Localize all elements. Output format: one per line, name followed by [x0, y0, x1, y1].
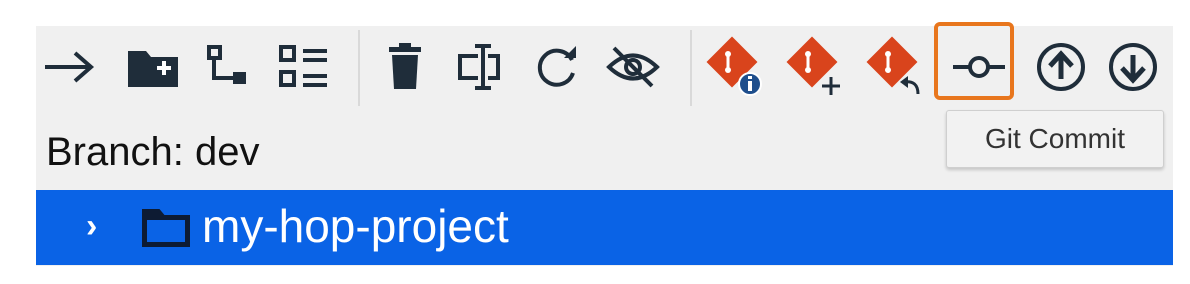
- folder-icon: [140, 204, 192, 255]
- list-view-icon: [279, 45, 327, 87]
- delete-button[interactable]: [374, 36, 436, 98]
- list-view-button[interactable]: [274, 36, 336, 98]
- git-revert-icon: [866, 36, 920, 95]
- toolbar-separator: [690, 30, 692, 106]
- chevron-right-icon[interactable]: ›: [86, 206, 97, 246]
- folder-plus-icon: [128, 51, 178, 87]
- tree-hierarchy-icon: [207, 45, 246, 84]
- git-commit-highlight: [934, 22, 1014, 100]
- trash-icon: [389, 43, 421, 89]
- arrow-up-circle-icon: [1037, 43, 1085, 91]
- tooltip-text: Git Commit: [985, 123, 1125, 154]
- refresh-icon: [537, 46, 576, 87]
- git-pull-button[interactable]: [1102, 36, 1164, 98]
- arrow-down-circle-icon: [1109, 43, 1157, 91]
- refresh-button[interactable]: [526, 36, 588, 98]
- rename-button[interactable]: [450, 36, 512, 98]
- tooltip: Git Commit: [946, 110, 1164, 168]
- git-revert-button[interactable]: [864, 36, 926, 98]
- hide-button[interactable]: [602, 36, 664, 98]
- rename-field-icon: [458, 44, 500, 90]
- git-add-icon: [786, 36, 840, 95]
- new-folder-button[interactable]: [122, 36, 184, 98]
- eye-slash-icon: [606, 46, 660, 88]
- hierarchy-button[interactable]: [198, 36, 260, 98]
- git-push-button[interactable]: [1030, 36, 1092, 98]
- tree-item-my-hop-project[interactable]: › my-hop-project: [36, 190, 1173, 265]
- git-info-button[interactable]: [704, 36, 766, 98]
- arrow-right-icon: [45, 51, 95, 83]
- git-add-button[interactable]: [784, 36, 846, 98]
- toolbar-separator: [358, 30, 360, 106]
- git-info-icon: [706, 36, 762, 96]
- branch-label: Branch: dev: [46, 130, 260, 174]
- tree-item-label: my-hop-project: [202, 200, 509, 252]
- navigate-button[interactable]: [38, 36, 100, 98]
